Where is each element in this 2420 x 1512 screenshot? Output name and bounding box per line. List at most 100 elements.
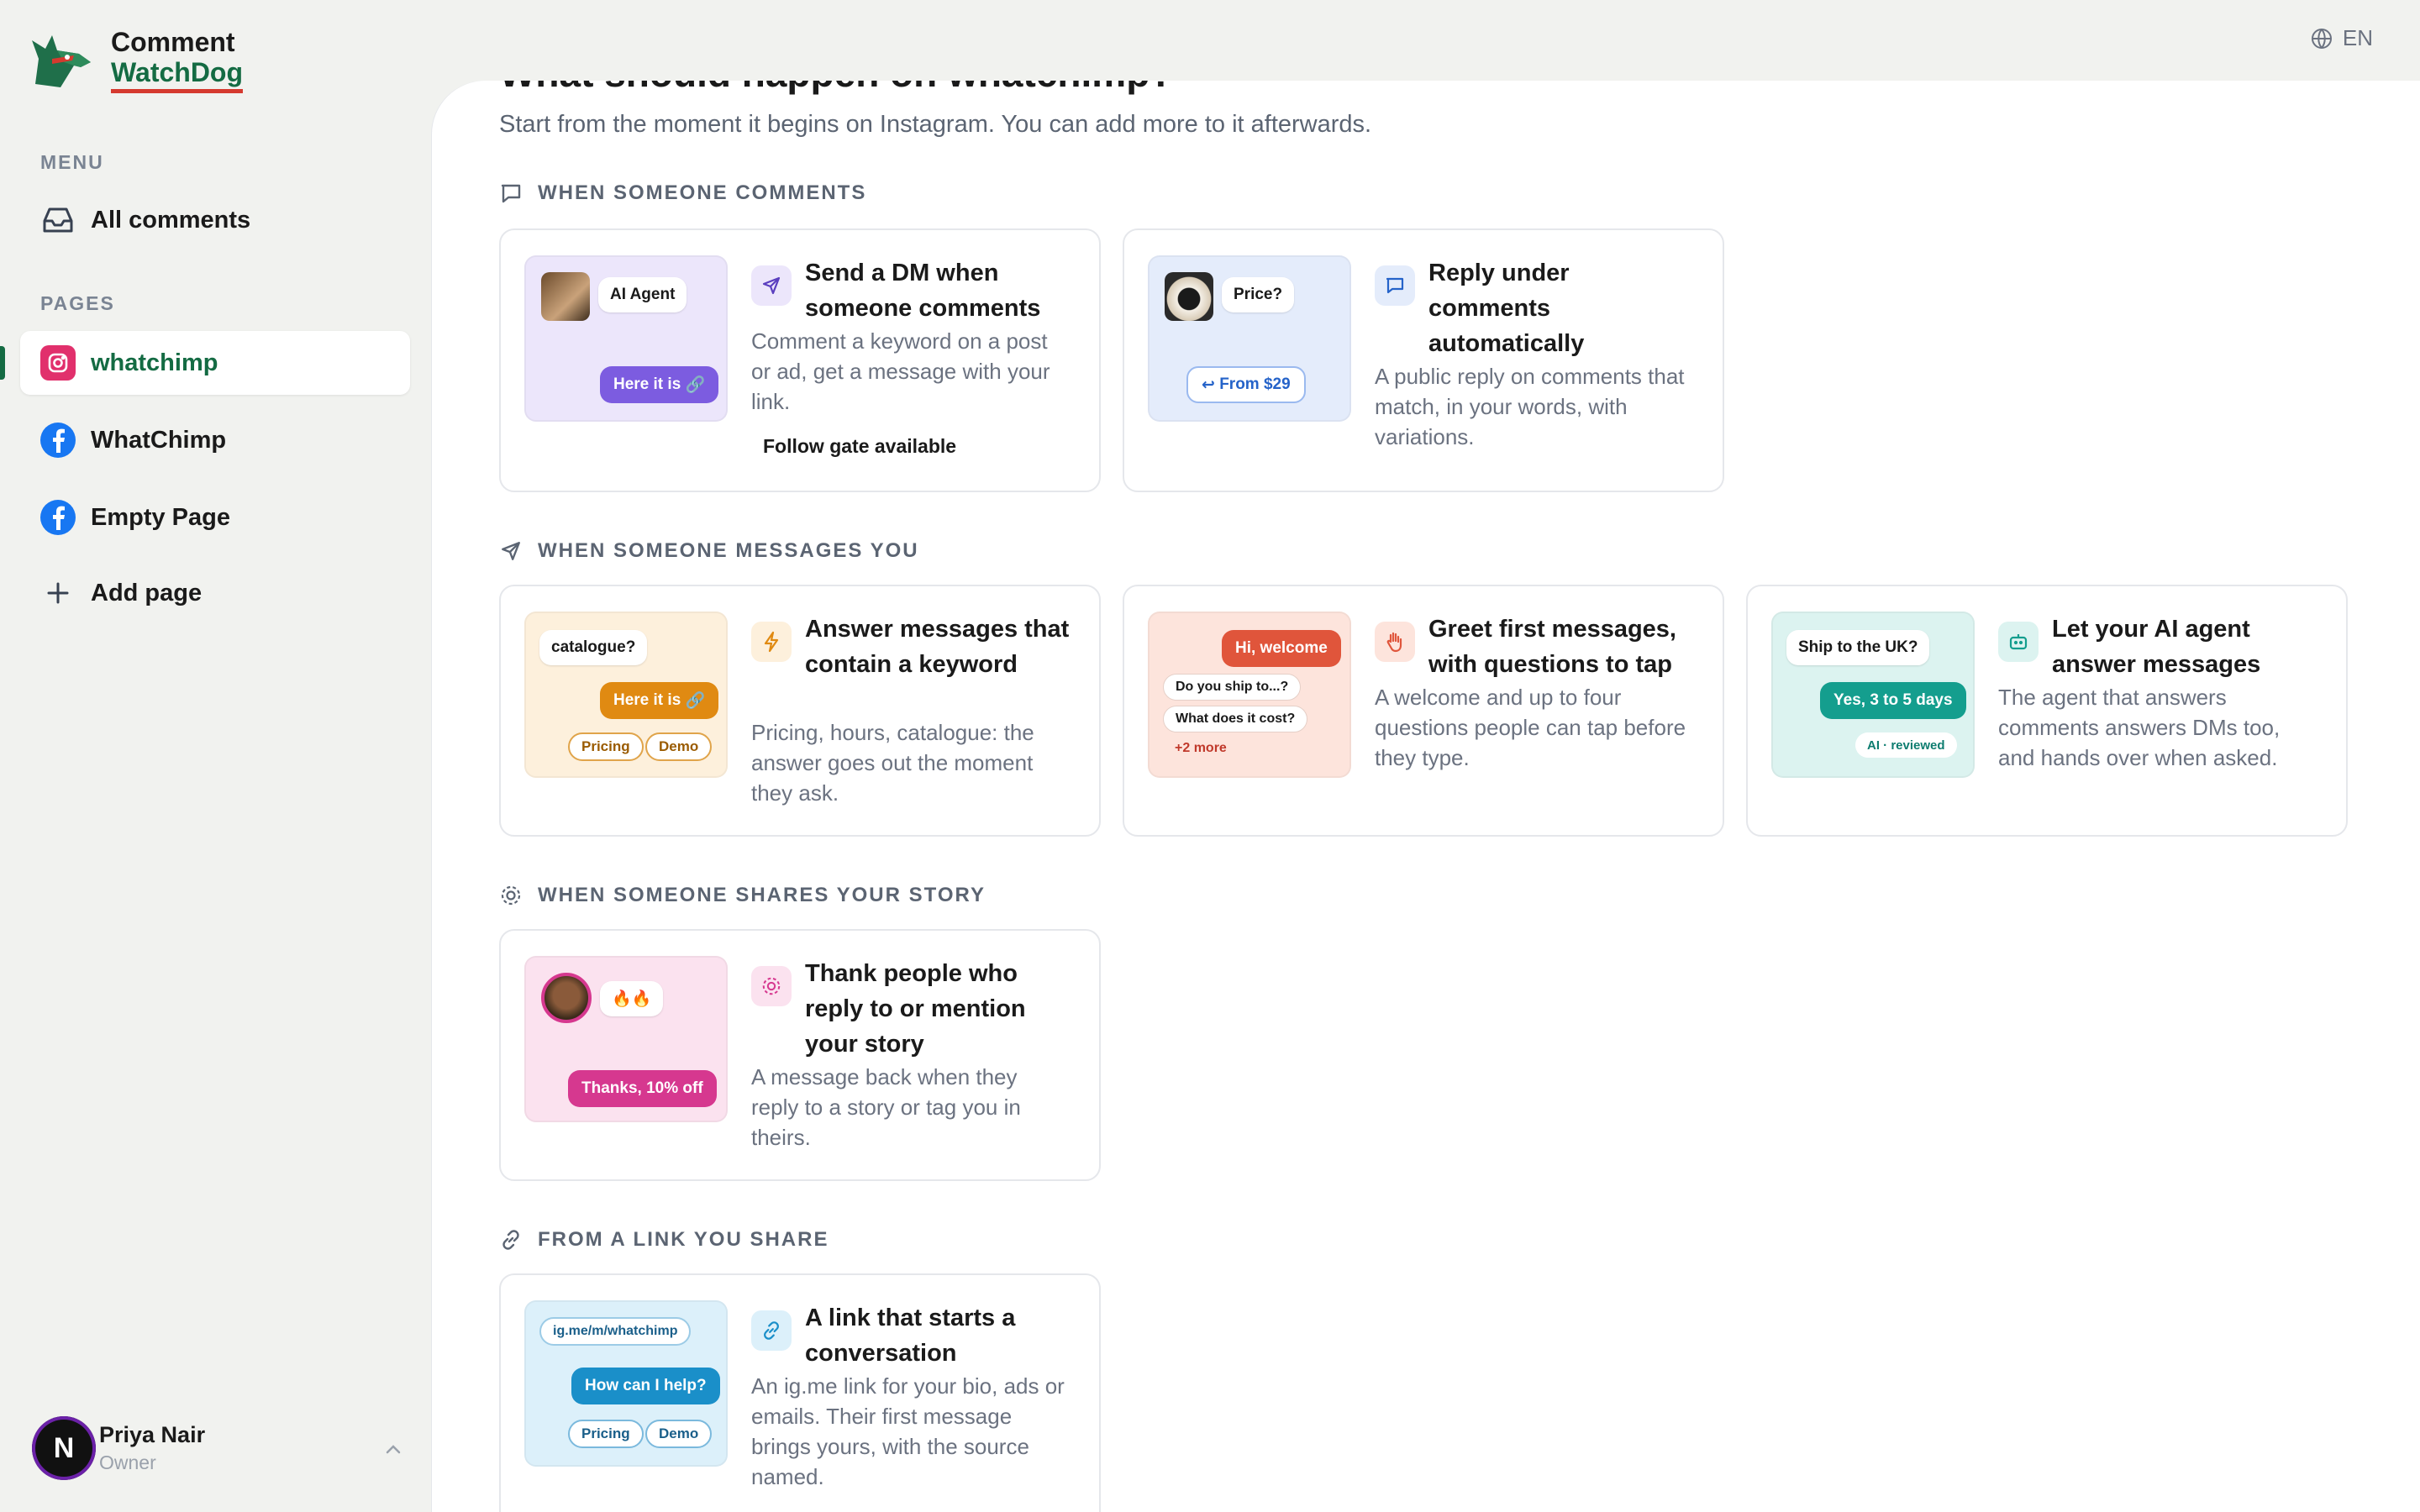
sidebar-item-empty-page[interactable]: Empty Page — [20, 486, 410, 549]
group-heading-comments: WHEN SOMEONE COMMENTS — [499, 181, 866, 205]
card-reply-under-comments[interactable]: Price? ↩ From $29 Reply under comments a… — [1123, 228, 1724, 492]
link-icon — [499, 1228, 523, 1252]
card-ai-agent-answers[interactable]: Ship to the UK? Yes, 3 to 5 days AI · re… — [1746, 585, 2348, 837]
card-description: Pricing, hours, catalogue: the answer go… — [751, 720, 1034, 806]
preview-bubble: AI Agent — [598, 277, 687, 312]
post-photo — [541, 272, 590, 321]
add-page-label: Add page — [91, 579, 203, 606]
card-link-conversation[interactable]: ig.me/m/whatchimp How can I help? Pricin… — [499, 1273, 1101, 1512]
card-send-dm-on-comment[interactable]: AI Agent Here it is 🔗 Send a DM when som… — [499, 228, 1101, 492]
main-panel: What should happen on whatchimp? Start f… — [432, 81, 2420, 1512]
chevron-up-icon — [385, 1436, 402, 1460]
bolt-icon — [751, 622, 792, 662]
inbox-icon — [40, 202, 76, 238]
chat-bubble-icon — [1375, 265, 1415, 306]
sidebar-item-all-comments[interactable]: All comments — [20, 188, 410, 252]
question-chip: What does it cost? — [1163, 706, 1308, 732]
card-preview: AI Agent Here it is 🔗 — [524, 255, 728, 422]
more-questions-label: +2 more — [1175, 741, 1227, 755]
add-page-button[interactable]: Add page — [20, 561, 410, 625]
story-ring-icon — [751, 966, 792, 1006]
watchdog-logo-icon — [32, 35, 91, 87]
instagram-icon — [40, 345, 76, 381]
card-title: A link that starts a conversation — [805, 1305, 1016, 1367]
preview-bubble: catalogue? — [539, 630, 648, 665]
sidebar-item-label: All comments — [91, 206, 251, 234]
preview-reply: Here it is 🔗 — [600, 366, 719, 403]
facebook-icon — [40, 500, 76, 535]
preview-reply: Yes, 3 to 5 days — [1820, 682, 1966, 719]
sidebar-item-label: WhatChimp — [91, 426, 227, 454]
quick-reply-chip: Demo — [645, 732, 713, 761]
group-heading-messages: WHEN SOMEONE MESSAGES YOU — [499, 539, 919, 563]
page-title: What should happen on whatchimp? — [499, 81, 1173, 96]
quick-reply-chip: Demo — [645, 1420, 713, 1448]
preview-bubble: Price? — [1222, 277, 1295, 312]
facebook-icon — [40, 423, 76, 458]
post-photo — [1165, 272, 1213, 321]
link-icon: 🔗 — [685, 376, 706, 394]
menu-section-label: MENU — [40, 151, 104, 173]
preview-reply: Thanks, 10% off — [568, 1070, 717, 1107]
card-description: A message back when they reply to a stor… — [751, 1064, 1021, 1150]
link-icon — [751, 1310, 792, 1351]
card-preview: ig.me/m/whatchimp How can I help? Pricin… — [524, 1300, 728, 1467]
group-heading-story: WHEN SOMEONE SHARES YOUR STORY — [499, 884, 986, 907]
group-heading-link: FROM A LINK YOU SHARE — [499, 1228, 829, 1252]
language-switcher[interactable]: EN — [2311, 25, 2373, 51]
question-chip: Do you ship to...? — [1163, 674, 1302, 701]
preview-reply: ↩ From $29 — [1186, 366, 1306, 403]
card-description: A public reply on comments that match, i… — [1375, 364, 1685, 449]
card-title: Answer messages that contain a keyword — [805, 616, 1070, 678]
card-title: Let your AI agent answer messages — [2052, 616, 2261, 678]
sidebar: Comment WatchDog MENU All comments PAGES… — [0, 0, 430, 1512]
link-icon: 🔗 — [685, 692, 706, 710]
robot-icon — [1998, 622, 2039, 662]
card-description: An ig.me link for your bio, ads or email… — [751, 1373, 1065, 1489]
card-keyword-answers[interactable]: catalogue? Here it is 🔗 Pricing Demo Ans… — [499, 585, 1101, 837]
hand-wave-icon — [1375, 622, 1415, 662]
brand-name-line2: WatchDog — [111, 57, 244, 93]
ai-reviewed-badge: AI · reviewed — [1855, 732, 1957, 758]
plus-icon — [40, 575, 76, 611]
send-icon — [751, 265, 792, 306]
active-indicator — [0, 346, 5, 380]
quick-reply-chip: Pricing — [568, 1420, 644, 1448]
story-ring-icon — [499, 884, 523, 907]
card-title: Thank people who reply to or mention you… — [805, 960, 1026, 1058]
sidebar-item-label: whatchimp — [91, 349, 218, 376]
preview-bubble: Ship to the UK? — [1786, 630, 1930, 665]
card-preview: 🔥🔥 Thanks, 10% off — [524, 956, 728, 1122]
send-icon — [499, 539, 523, 563]
language-label: EN — [2342, 25, 2373, 50]
card-description: The agent that answers comments answers … — [1998, 685, 2281, 770]
globe-icon — [2311, 28, 2332, 49]
comment-icon — [499, 181, 523, 205]
card-description: A welcome and up to four questions peopl… — [1375, 685, 1686, 770]
pages-section-label: PAGES — [40, 292, 115, 314]
page-subtitle: Start from the moment it begins on Insta… — [499, 111, 1372, 138]
card-preview: Price? ↩ From $29 — [1148, 255, 1351, 422]
reply-arrow-icon: ↩ — [1202, 375, 1215, 394]
user-name: Priya Nair — [99, 1422, 206, 1447]
sidebar-item-label: Empty Page — [91, 503, 230, 531]
ig-me-link-chip: ig.me/m/whatchimp — [539, 1317, 692, 1346]
user-role: Owner — [99, 1452, 156, 1473]
sidebar-item-whatchimp-facebook[interactable]: WhatChimp — [20, 408, 410, 472]
brand-name-line1: Comment — [111, 26, 235, 57]
card-description: Comment a keyword on a post or ad, get a… — [751, 328, 1050, 414]
brand[interactable]: Comment WatchDog — [27, 25, 244, 94]
card-preview: catalogue? Here it is 🔗 Pricing Demo — [524, 612, 728, 778]
card-title: Reply under comments automatically — [1428, 260, 1585, 357]
card-preview: Ship to the UK? Yes, 3 to 5 days AI · re… — [1771, 612, 1975, 778]
preview-welcome: Hi, welcome — [1222, 630, 1341, 667]
card-preview: Hi, welcome Do you ship to...? What does… — [1148, 612, 1351, 778]
user-menu[interactable]: N Priya Nair Owner — [32, 1416, 402, 1480]
card-thank-story-mentions[interactable]: 🔥🔥 Thanks, 10% off Thank people who repl… — [499, 929, 1101, 1181]
card-title: Greet first messages, with questions to … — [1428, 616, 1676, 678]
preview-reply: Here it is 🔗 — [600, 682, 719, 719]
sidebar-item-whatchimp-instagram[interactable]: whatchimp — [20, 331, 410, 395]
preview-reaction: 🔥🔥 — [600, 981, 664, 1016]
card-greet-first-messages[interactable]: Hi, welcome Do you ship to...? What does… — [1123, 585, 1724, 837]
card-title: Send a DM when someone comments — [805, 260, 1041, 322]
